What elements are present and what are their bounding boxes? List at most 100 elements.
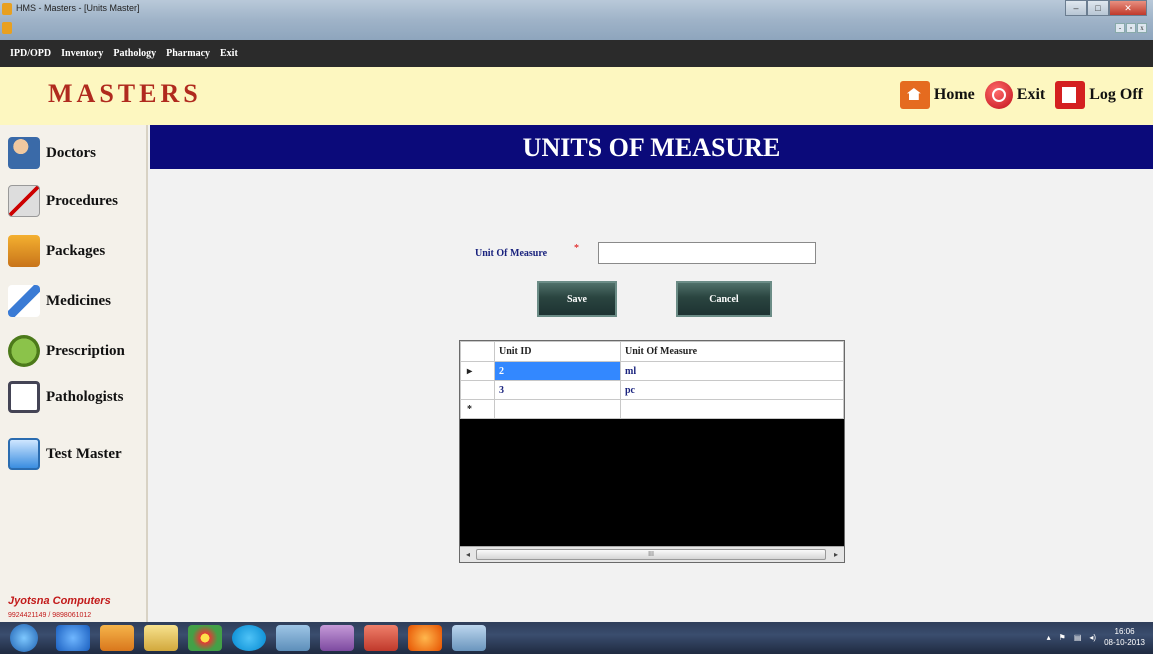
sidebar-item-label: Doctors (46, 144, 96, 161)
power-icon (984, 81, 1013, 109)
sidebar-item-medicines[interactable]: Medicines (8, 285, 111, 317)
prescription-icon (8, 335, 40, 367)
tray-network-icon[interactable]: ▤ (1074, 633, 1082, 642)
clock[interactable]: 16:06 08-10-2013 (1104, 626, 1145, 648)
uom-label: Unit Of Measure (475, 248, 548, 259)
powerpoint-icon[interactable] (364, 625, 398, 651)
sidebar-item-procedures[interactable]: Procedures (8, 185, 118, 217)
new-row-marker[interactable]: * (460, 399, 495, 419)
cancel-button[interactable]: Cancel (676, 281, 772, 317)
sidebar-item-label: Packages (46, 242, 106, 259)
menu-pathology[interactable]: Pathology (113, 48, 156, 59)
minimize-button[interactable]: – (1065, 0, 1087, 16)
sidebar-item-pathologists[interactable]: Pathologists (8, 381, 124, 413)
uom-input[interactable] (598, 242, 816, 264)
exit-label: Exit (1016, 86, 1046, 103)
media-player-icon[interactable] (100, 625, 134, 651)
header-links: Home Exit Log Off (899, 81, 1143, 109)
scroll-right-arrow-icon[interactable]: ▸ (830, 549, 842, 560)
table-row[interactable]: ▸ 2 ml (460, 361, 844, 381)
sidebar-item-label: Prescription (46, 342, 125, 359)
syringe-icon (8, 285, 40, 317)
brand-title: MASTERS (48, 79, 202, 108)
scalpel-icon (8, 185, 40, 217)
hms-app-icon[interactable] (408, 625, 442, 651)
column-header-unit-id[interactable]: Unit ID (494, 341, 621, 362)
sidebar-item-packages[interactable]: Packages (8, 235, 105, 267)
row-selector[interactable]: ▸ (460, 361, 495, 381)
row-selector[interactable] (460, 380, 495, 400)
sidebar: Doctors Procedures Packages Medicines Pr… (0, 125, 148, 622)
menu-bar: IPD/OPD Inventory Pathology Pharmacy Exi… (0, 40, 1153, 67)
menu-exit[interactable]: Exit (220, 48, 238, 59)
table-new-row[interactable]: * (460, 399, 844, 419)
cell-unit[interactable]: ml (620, 361, 844, 381)
scroll-thumb[interactable]: III (476, 549, 826, 560)
sidebar-item-label: Test Master (46, 445, 122, 462)
credit-phone: 9924421149 / 9898061012 (8, 612, 92, 619)
heartbeat-monitor-icon (8, 381, 40, 413)
taskbar: ▴ ⚑ ▤ ◂) 16:06 08-10-2013 (0, 622, 1153, 654)
scroll-left-arrow-icon[interactable]: ◂ (462, 549, 474, 560)
sidebar-item-label: Pathologists (46, 388, 124, 405)
paint-icon[interactable] (320, 625, 354, 651)
row-header-corner (460, 341, 495, 362)
tray-flag-icon[interactable]: ⚑ (1059, 633, 1066, 642)
cell-unit[interactable]: pc (620, 380, 844, 400)
clock-date: 08-10-2013 (1104, 638, 1145, 647)
menu-inventory[interactable]: Inventory (61, 48, 103, 59)
child-restore-button[interactable]: ▫ (1126, 23, 1136, 33)
logoff-icon (1055, 81, 1086, 109)
doctor-icon (8, 137, 40, 169)
horizontal-scrollbar[interactable]: ◂ III ▸ (460, 546, 844, 562)
home-link[interactable]: Home (899, 81, 975, 109)
network-icon[interactable] (276, 625, 310, 651)
sidebar-item-test-master[interactable]: Test Master (8, 438, 122, 470)
cell-unit[interactable] (620, 399, 844, 419)
window-controls: – □ ✕ (1065, 0, 1147, 16)
chrome-icon[interactable] (188, 625, 222, 651)
tray-arrow-icon[interactable]: ▴ (1047, 633, 1051, 642)
child-window-controls: - ▫ x (1115, 23, 1147, 33)
logoff-label: Log Off (1089, 86, 1143, 103)
units-table: Unit ID Unit Of Measure ▸ 2 ml 3 pc * (460, 341, 844, 419)
skype-icon[interactable] (232, 625, 266, 651)
system-tray: ▴ ⚑ ▤ ◂) 16:06 08-10-2013 (1047, 626, 1145, 648)
cell-unit-id[interactable]: 2 (494, 361, 621, 381)
page-title: UNITS OF MEASURE (522, 133, 781, 162)
main-content: UNITS OF MEASURE Unit Of Measure * Save … (150, 125, 1153, 622)
sidebar-item-label: Medicines (46, 292, 111, 309)
child-window-icon (2, 22, 12, 34)
logoff-link[interactable]: Log Off (1055, 81, 1143, 109)
credit-name: Jyotsna Computers (8, 595, 111, 607)
window-icon[interactable] (452, 625, 486, 651)
tray-volume-icon[interactable]: ◂) (1089, 633, 1096, 642)
column-header-unit-of-measure[interactable]: Unit Of Measure (620, 341, 844, 362)
child-minimize-button[interactable]: - (1115, 23, 1125, 33)
table-row[interactable]: 3 pc (460, 380, 844, 400)
page-banner: UNITS OF MEASURE (150, 125, 1153, 169)
close-button[interactable]: ✕ (1109, 0, 1147, 16)
app-icon (2, 3, 12, 15)
maximize-button[interactable]: □ (1087, 0, 1109, 16)
sidebar-item-doctors[interactable]: Doctors (8, 137, 96, 169)
menu-ipd-opd[interactable]: IPD/OPD (10, 48, 51, 59)
required-marker: * (574, 243, 579, 254)
app-header: MASTERS Home Exit Log Off (0, 67, 1153, 125)
home-label: Home (933, 86, 975, 103)
sidebar-item-label: Procedures (46, 192, 118, 209)
cell-unit-id[interactable]: 3 (494, 380, 621, 400)
save-button[interactable]: Save (537, 281, 617, 317)
home-icon (899, 81, 930, 109)
flask-icon (8, 438, 40, 470)
file-explorer-icon[interactable] (144, 625, 178, 651)
units-grid[interactable]: Unit ID Unit Of Measure ▸ 2 ml 3 pc * ◂ … (459, 340, 845, 563)
menu-pharmacy[interactable]: Pharmacy (166, 48, 210, 59)
cell-unit-id[interactable] (494, 399, 621, 419)
sidebar-item-prescription[interactable]: Prescription (8, 335, 125, 367)
child-close-button[interactable]: x (1137, 23, 1147, 33)
window-title-bar: HMS - Masters - [Units Master] – □ ✕ - ▫… (0, 0, 1153, 40)
start-button-icon[interactable] (10, 624, 38, 652)
internet-explorer-icon[interactable] (56, 625, 90, 651)
exit-link[interactable]: Exit (984, 81, 1046, 109)
